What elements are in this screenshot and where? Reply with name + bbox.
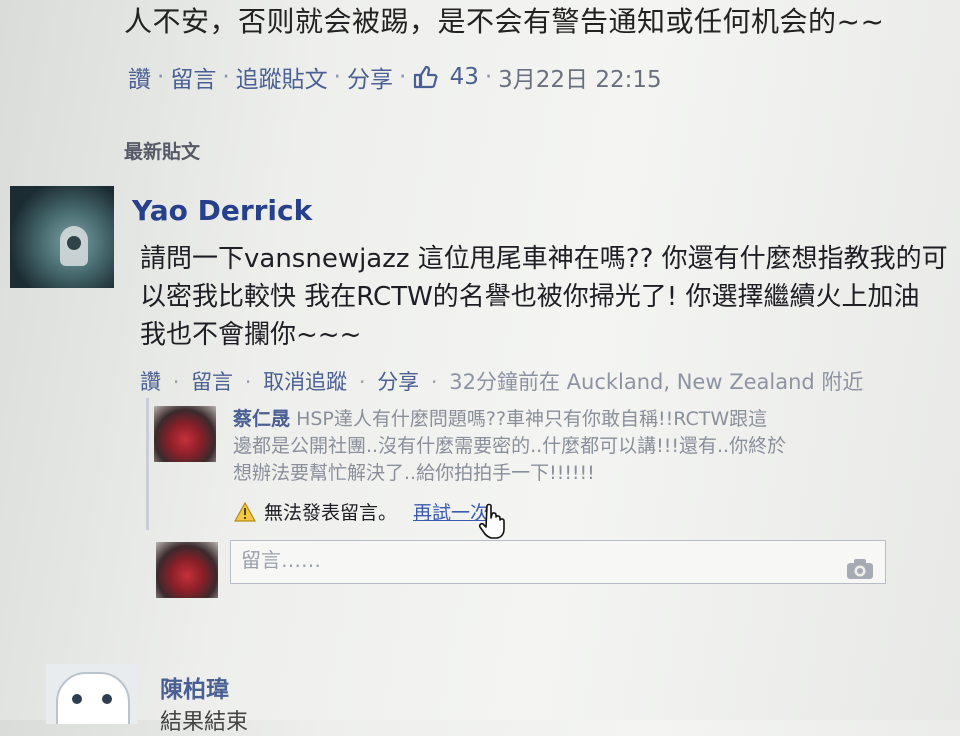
share-link[interactable]: 分享 xyxy=(347,60,393,94)
cat-face-graphic xyxy=(56,672,130,724)
section-title: 最新貼文 xyxy=(124,141,201,163)
like-count[interactable]: 43 xyxy=(412,64,479,91)
current-user-avatar xyxy=(156,542,218,598)
post-line: 我也不會攔你~~~ xyxy=(140,320,362,350)
error-message: 無法發表留言。 xyxy=(264,502,398,524)
like-link[interactable]: 讚 xyxy=(140,370,161,394)
separator-dot: · xyxy=(430,370,438,394)
post-timestamp[interactable]: 3月22日 22:15 xyxy=(498,60,662,94)
camera-icon[interactable] xyxy=(846,558,874,580)
separator-dot: · xyxy=(157,64,165,90)
share-link[interactable]: 分享 xyxy=(377,370,419,394)
comment-line: 想辦法要幫忙解決了..給你拍拍手一下!!!!!! xyxy=(233,462,595,484)
ghost-mask-graphic xyxy=(60,226,88,266)
next-post-author[interactable]: 陳柏瑋 xyxy=(160,670,229,704)
next-post-avatar[interactable] xyxy=(46,664,138,724)
next-post-text: 結果結束 xyxy=(160,710,249,735)
follow-post-link[interactable]: 追蹤貼文 xyxy=(236,60,328,94)
warning-icon xyxy=(234,501,256,522)
separator-dot: · xyxy=(358,370,366,394)
hand-cursor-icon xyxy=(478,503,505,539)
separator-dot: · xyxy=(484,64,493,90)
comment-line: 邊都是公開社團..沒有什麼需要密的..什麼都可以講!!!還有..你終於 xyxy=(233,435,787,457)
author-avatar[interactable] xyxy=(10,186,114,288)
comment-body: 蔡仁晟 HSP達人有什麼問題嗎??車神只有你敢自稱!!RCTW跟這 邊都是公開社… xyxy=(233,406,913,487)
comment-line: HSP達人有什麼問題嗎??車神只有你敢自稱!!RCTW跟這 xyxy=(296,408,768,430)
separator-dot: · xyxy=(172,370,180,394)
comment-input[interactable]: 留言…… xyxy=(230,540,886,584)
post-line: 以密我比較快 我在RCTW的名譽也被你掃光了! 你選擇繼續火上加油 xyxy=(140,282,920,312)
commenter-avatar[interactable] xyxy=(154,406,216,462)
cat-eye xyxy=(72,694,82,704)
post-meta[interactable]: 32分鐘前在 Auckland, New Zealand 附近 xyxy=(449,370,863,394)
like-link[interactable]: 讚 xyxy=(128,60,151,94)
post-line: 請問一下vansnewjazz 這位甩尾車神在嗎?? 你還有什麼想指教我的可 xyxy=(140,244,948,274)
comment-error: 無法發表留言。 再試一次 xyxy=(234,498,489,525)
previous-post-actions: 讚 · 留言 · 追蹤貼文 · 分享 · 43 · 3月22日 22:15 xyxy=(128,60,662,94)
post-actions: 讚 · 留言 · 取消追蹤 · 分享 · 32分鐘前在 Auckland, Ne… xyxy=(140,366,863,396)
post-author[interactable]: Yao Derrick xyxy=(132,194,312,227)
thumbs-up-icon xyxy=(414,66,438,89)
separator-dot: · xyxy=(222,64,230,90)
unfollow-link[interactable]: 取消追蹤 xyxy=(263,370,347,394)
post-body: 請問一下vansnewjazz 這位甩尾車神在嗎?? 你還有什麼想指教我的可 以… xyxy=(140,240,960,354)
comment-link[interactable]: 留言 xyxy=(170,60,216,94)
commenter-name[interactable]: 蔡仁晟 xyxy=(233,408,290,430)
cat-eye xyxy=(102,694,112,704)
separator-dot: · xyxy=(333,64,341,90)
previous-post-text: 人不安，否则就会被踢，是不会有警告通知或任何机会的~~ xyxy=(124,5,885,38)
like-count-value: 43 xyxy=(449,63,479,90)
comment-link[interactable]: 留言 xyxy=(191,370,233,394)
separator-dot: · xyxy=(244,370,252,394)
separator-dot: · xyxy=(398,64,407,90)
